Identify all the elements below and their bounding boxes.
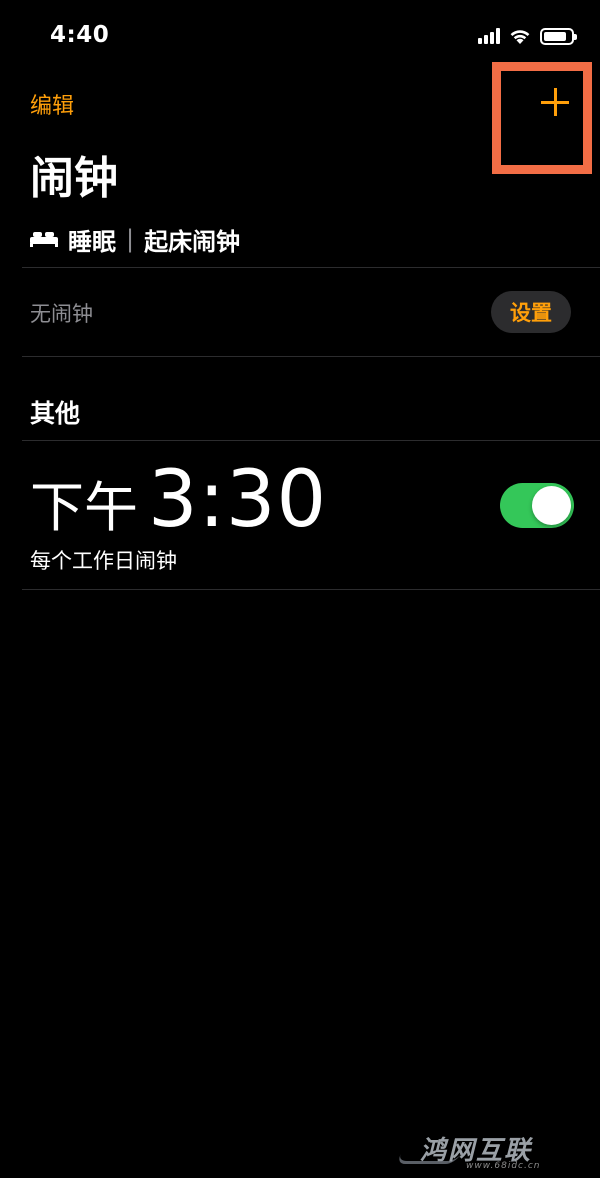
edit-button[interactable]: 编辑 bbox=[30, 88, 74, 120]
setup-button[interactable]: 设置 bbox=[491, 291, 571, 333]
no-alarm-text: 无闹钟 bbox=[30, 302, 93, 326]
divider bbox=[22, 589, 600, 590]
status-time: 4:40 bbox=[50, 22, 110, 48]
watermark-logo: 鸿网互联 www.68idc.cn bbox=[395, 1130, 568, 1174]
alarm-period: 下午 bbox=[30, 476, 138, 539]
alarm-time: 下午 3:30 bbox=[30, 455, 327, 545]
watermark-url: www.68idc.cn bbox=[466, 1161, 541, 1171]
cellular-signal-icon bbox=[478, 28, 500, 44]
plus-icon[interactable] bbox=[537, 84, 575, 122]
bed-icon bbox=[30, 231, 58, 247]
wake-up-alarm-label: 起床闹钟 bbox=[144, 227, 241, 256]
status-icons bbox=[478, 26, 577, 46]
sleep-separator: | bbox=[126, 225, 135, 253]
alarm-label: 每个工作日闹钟 bbox=[30, 549, 177, 573]
divider bbox=[22, 267, 600, 268]
sleep-section-header: 睡眠 | 起床闹钟 bbox=[30, 222, 240, 256]
alarm-screen: 4:40 编辑 闹钟 睡眠 | 起床闹钟 无闹钟 设置 其他 下午 3:30 每… bbox=[0, 0, 600, 1178]
alarm-clock: 3:30 bbox=[148, 455, 328, 545]
battery-icon bbox=[540, 27, 577, 45]
section-title-other: 其他 bbox=[30, 399, 81, 428]
battery-level bbox=[544, 31, 567, 41]
page-title: 闹钟 bbox=[30, 153, 118, 204]
toggle-knob bbox=[532, 486, 571, 525]
wifi-icon bbox=[510, 30, 530, 44]
alarm-toggle[interactable] bbox=[500, 483, 574, 528]
alarm-row[interactable]: 下午 3:30 每个工作日闹钟 bbox=[0, 441, 600, 589]
divider bbox=[22, 356, 600, 357]
sleep-label: 睡眠 bbox=[68, 227, 116, 256]
